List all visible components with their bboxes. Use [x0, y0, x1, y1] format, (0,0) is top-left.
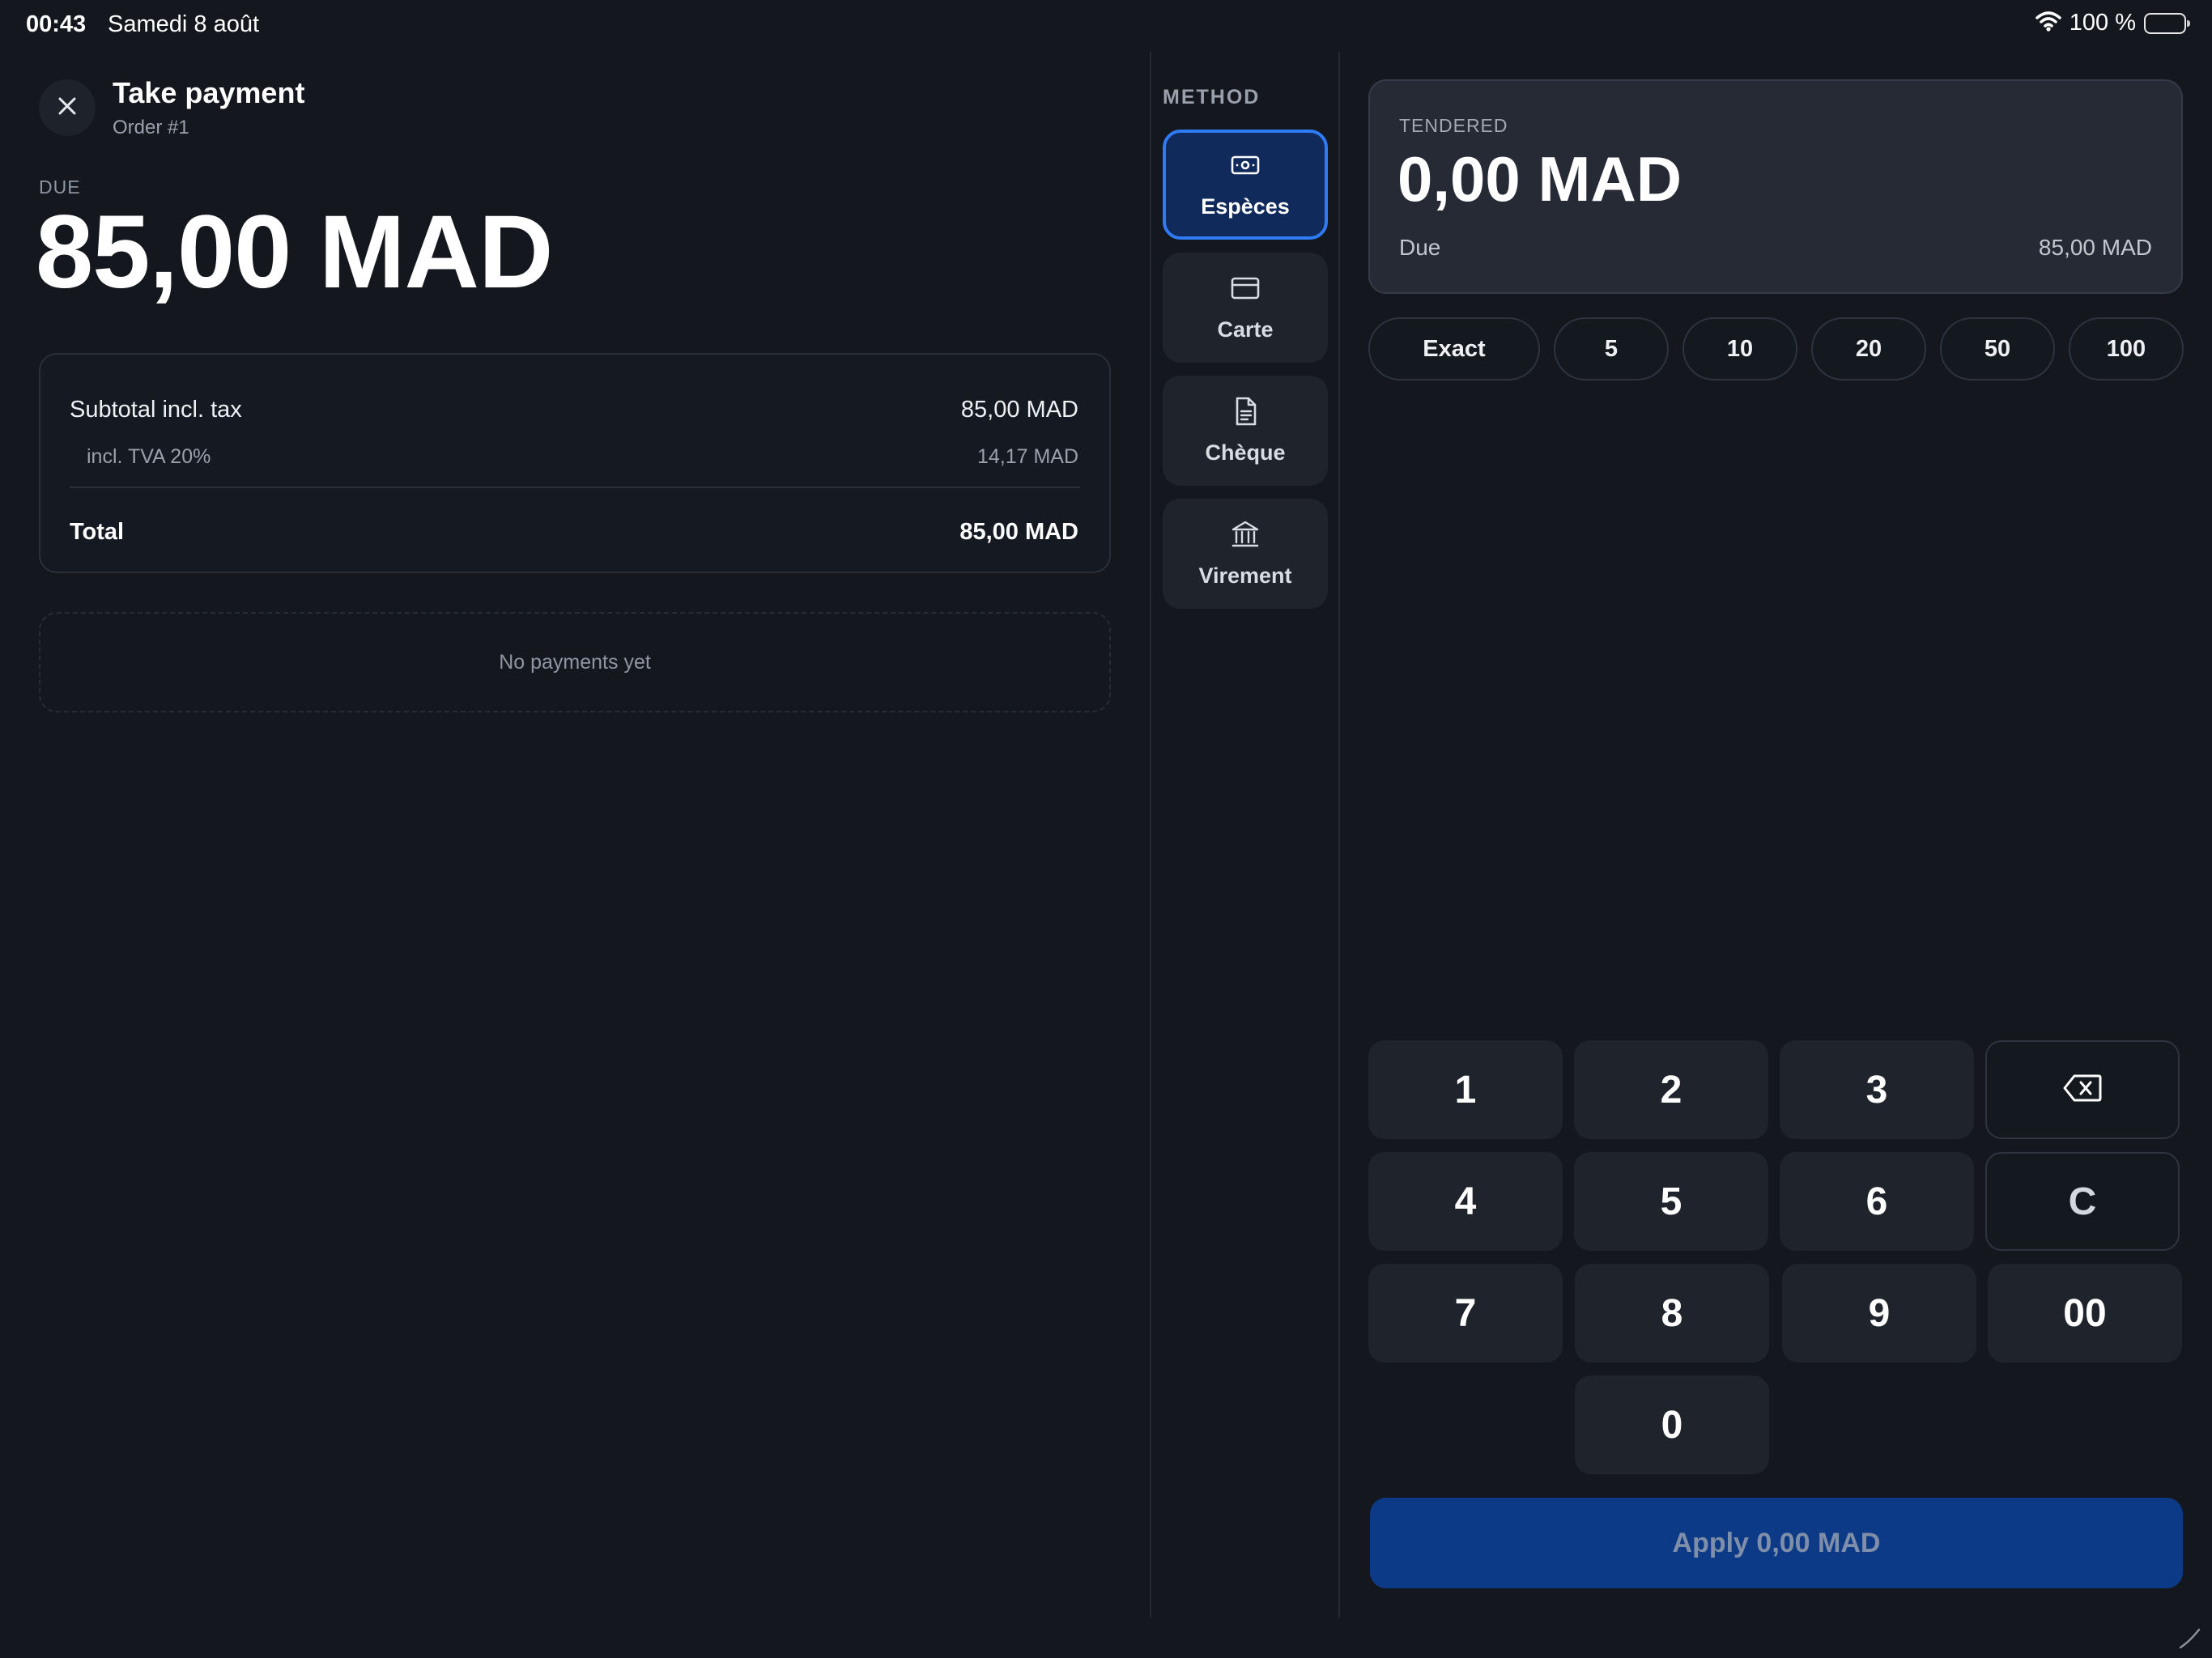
- panel-divider: [1338, 52, 1340, 1618]
- apply-button[interactable]: Apply 0,00 MAD: [1370, 1498, 2183, 1588]
- cash-icon: [1230, 150, 1261, 185]
- method-label-transfer: Virement: [1198, 563, 1292, 588]
- quick-amount-20[interactable]: 20: [1811, 317, 1926, 380]
- summary-divider: [70, 487, 1080, 488]
- status-date: Samedi 8 août: [108, 11, 260, 37]
- tendered-amount: 0,00 MAD: [1397, 143, 1682, 215]
- order-summary: Subtotal incl. tax 85,00 MAD incl. TVA 2…: [39, 353, 1111, 573]
- quick-amount-50[interactable]: 50: [1940, 317, 2055, 380]
- total-value: 85,00 MAD: [959, 519, 1078, 545]
- tax-value: 14,17 MAD: [976, 445, 1078, 468]
- status-time: 00:43: [26, 11, 87, 37]
- subtotal-row: Subtotal incl. tax 85,00 MAD: [70, 397, 1078, 423]
- tendered-due-label: Due: [1399, 235, 1441, 260]
- order-panel: Take payment Order #1 DUE 85,00 MAD Subt…: [36, 52, 1111, 1590]
- due-amount: 85,00 MAD: [36, 194, 553, 310]
- keypad-0[interactable]: 0: [1575, 1375, 1769, 1474]
- tax-label: incl. TVA 20%: [87, 445, 211, 468]
- total-row: Total 85,00 MAD: [70, 519, 1078, 546]
- quick-amount-10[interactable]: 10: [1682, 317, 1797, 380]
- keypad-2[interactable]: 2: [1574, 1040, 1768, 1139]
- method-label-cheque: Chèque: [1205, 440, 1286, 465]
- quick-amount-exact[interactable]: Exact: [1368, 317, 1540, 380]
- payment-screen: 00:43 Samedi 8 août 100 % Take payment O…: [0, 0, 2212, 1658]
- pencil-icon: [2178, 1626, 2202, 1650]
- wifi-icon: [2035, 11, 2061, 36]
- method-transfer-button[interactable]: Virement: [1163, 499, 1328, 609]
- card-icon: [1230, 273, 1261, 308]
- quick-amount-5[interactable]: 5: [1554, 317, 1669, 380]
- method-cash-button[interactable]: Espèces: [1163, 130, 1328, 240]
- close-icon: [56, 95, 79, 121]
- keypad-1[interactable]: 1: [1368, 1040, 1563, 1139]
- panel-divider: [1150, 52, 1151, 1618]
- page-title: Take payment: [113, 76, 305, 109]
- subtotal-label: Subtotal incl. tax: [70, 397, 242, 423]
- order-number: Order #1: [113, 117, 189, 138]
- keypad-7[interactable]: 7: [1368, 1264, 1563, 1363]
- tendered-due-value: 85,00 MAD: [2038, 235, 2152, 260]
- method-label: METHOD: [1163, 86, 1261, 108]
- keypad-4[interactable]: 4: [1368, 1152, 1563, 1251]
- keypad-5[interactable]: 5: [1574, 1152, 1768, 1251]
- method-card-button[interactable]: Carte: [1163, 253, 1328, 363]
- tendered-label: TENDERED: [1399, 115, 1508, 136]
- method-label-cash: Espèces: [1201, 194, 1290, 219]
- total-label: Total: [70, 519, 125, 545]
- quick-amount-100[interactable]: 100: [2069, 317, 2184, 380]
- keypad-00[interactable]: 00: [1988, 1264, 2182, 1363]
- tendered-due-row: Due 85,00 MAD: [1399, 235, 2152, 261]
- close-button[interactable]: [39, 79, 96, 136]
- keypad-6[interactable]: 6: [1780, 1152, 1974, 1251]
- tendered-card: TENDERED 0,00 MAD Due 85,00 MAD: [1368, 79, 2183, 294]
- status-right: 100 %: [2035, 10, 2190, 36]
- subtotal-value: 85,00 MAD: [960, 397, 1078, 423]
- keypad-9[interactable]: 9: [1782, 1264, 1976, 1363]
- bank-icon: [1230, 519, 1261, 554]
- battery-percent: 100 %: [2069, 10, 2136, 36]
- backspace-button[interactable]: [1985, 1040, 2180, 1139]
- clear-button[interactable]: C: [1985, 1152, 2180, 1251]
- keypad-8[interactable]: 8: [1575, 1264, 1769, 1363]
- tax-row: incl. TVA 20% 14,17 MAD: [87, 445, 1078, 469]
- payments-empty-state: No payments yet: [39, 612, 1111, 712]
- method-cheque-button[interactable]: Chèque: [1163, 376, 1328, 486]
- battery-icon: [2144, 12, 2190, 34]
- method-label-card: Carte: [1217, 317, 1274, 342]
- document-icon: [1230, 396, 1261, 431]
- backspace-icon: [2062, 1068, 2103, 1112]
- keypad-3[interactable]: 3: [1780, 1040, 1974, 1139]
- status-bar: 00:43 Samedi 8 août 100 %: [0, 0, 2212, 52]
